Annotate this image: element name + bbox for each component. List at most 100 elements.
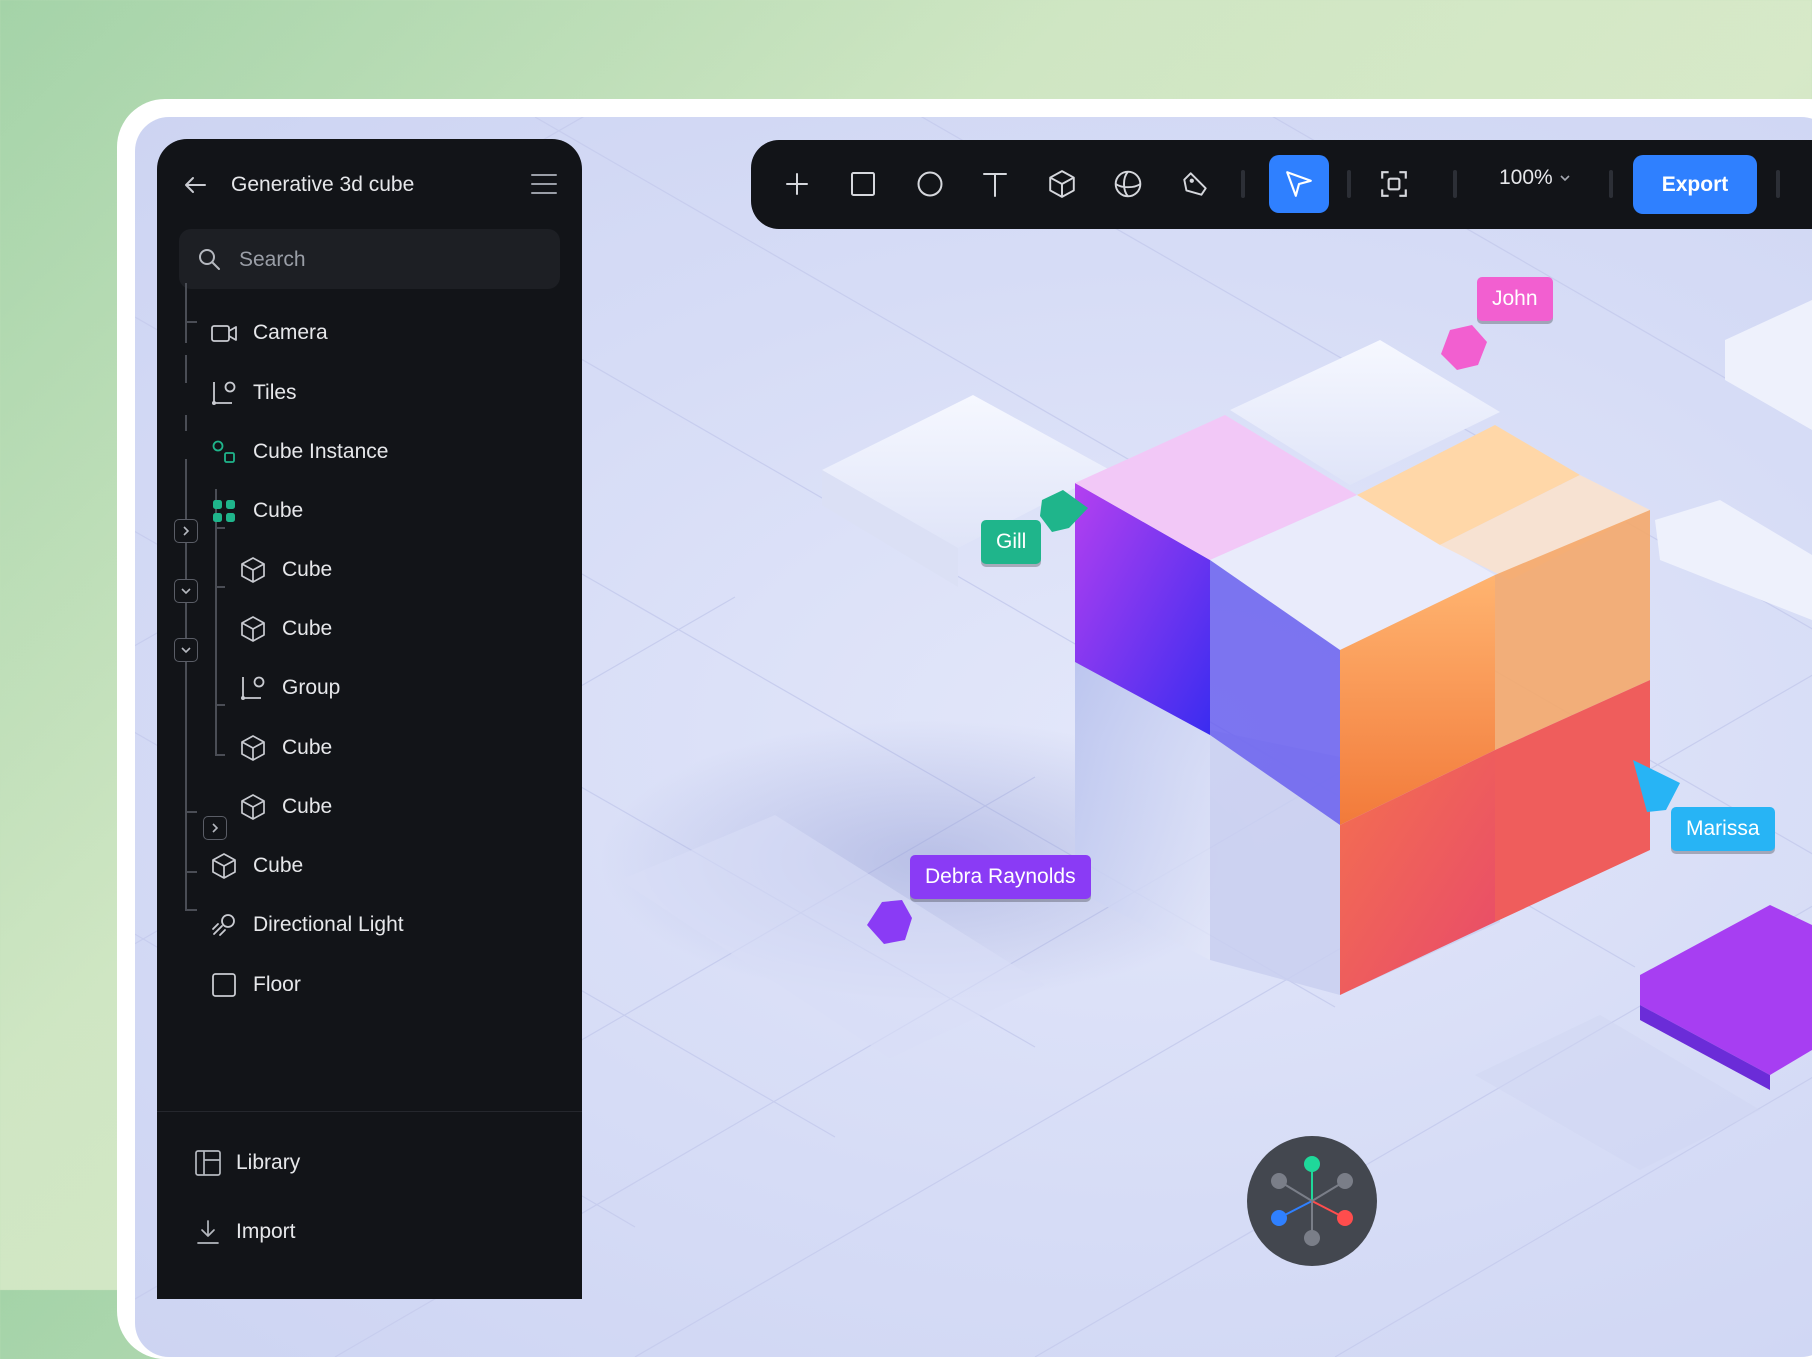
layer-label: Cube xyxy=(253,499,304,522)
layer-item-cube-instance[interactable]: Cube Instance xyxy=(209,427,388,477)
import-label: Import xyxy=(236,1220,296,1243)
cube-icon xyxy=(209,851,239,881)
hamburger-menu-icon[interactable] xyxy=(530,171,558,197)
sidebar-divider xyxy=(157,1111,582,1112)
tree-guide xyxy=(185,909,197,911)
text-icon xyxy=(983,173,1007,197)
chevron-right-icon xyxy=(183,526,190,536)
export-button[interactable]: Export xyxy=(1633,155,1757,214)
sidebar-header: Generative 3d cube xyxy=(157,139,582,227)
toolbar-separator xyxy=(1241,170,1245,198)
text-tool[interactable] xyxy=(973,162,1017,206)
rectangle-tool[interactable] xyxy=(841,162,885,206)
cube-icon xyxy=(238,614,268,644)
cube-icon xyxy=(238,733,268,763)
frame-tool[interactable] xyxy=(1372,162,1416,206)
collaborator-tag-john: John xyxy=(1477,277,1553,321)
collaborator-tag-gill: Gill xyxy=(981,520,1042,564)
collaborator-tag-marissa: Marissa xyxy=(1671,807,1775,851)
layer-label: Cube xyxy=(282,795,333,818)
sphere-tool[interactable] xyxy=(1106,162,1150,206)
component-icon xyxy=(209,496,239,526)
layer-label: Cube Instance xyxy=(253,440,389,463)
chevron-right-icon xyxy=(212,823,219,833)
expand-chevron-tiles[interactable] xyxy=(174,519,198,543)
layer-label: Floor xyxy=(253,973,301,996)
search-icon xyxy=(199,249,220,270)
cube-tool[interactable] xyxy=(1040,162,1084,206)
chevron-down-icon xyxy=(181,647,191,654)
layer-item-cube[interactable]: Cube xyxy=(238,604,332,654)
collapse-chevron-cube-instance[interactable] xyxy=(174,579,198,603)
tree-guide xyxy=(185,871,197,873)
collapse-chevron-cube[interactable] xyxy=(174,638,198,662)
layer-label: Group xyxy=(282,676,341,699)
chevron-down-icon xyxy=(1560,175,1570,182)
expand-chevron-group[interactable] xyxy=(203,816,227,840)
add-tool[interactable] xyxy=(775,162,819,206)
zoom-value: 100% xyxy=(1499,166,1553,189)
import-icon xyxy=(197,1220,219,1244)
layer-label: Tiles xyxy=(253,381,297,404)
light-icon xyxy=(209,910,239,940)
instance-icon xyxy=(209,437,239,467)
cube-icon xyxy=(238,555,268,585)
toolbar-separator xyxy=(1776,170,1780,198)
layer-item-floor[interactable]: Floor xyxy=(209,960,301,1010)
tree-guide xyxy=(185,283,187,343)
library-label: Library xyxy=(236,1151,301,1174)
toolbar-separator xyxy=(1347,170,1351,198)
select-tool[interactable] xyxy=(1269,155,1329,213)
camera-icon xyxy=(209,318,239,348)
layer-item-tiles[interactable]: Tiles xyxy=(209,368,297,418)
layer-item-cube-component[interactable]: Cube xyxy=(209,486,303,536)
library-icon xyxy=(195,1150,221,1176)
group-icon xyxy=(238,673,268,703)
toolbar-separator xyxy=(1453,170,1457,198)
layer-item-directional-light[interactable]: Directional Light xyxy=(209,900,404,950)
frame-icon xyxy=(1381,171,1407,197)
ellipse-tool[interactable] xyxy=(908,162,952,206)
zoom-dropdown[interactable]: 100% xyxy=(1499,166,1571,190)
search-input[interactable] xyxy=(237,229,541,291)
layer-item-cube[interactable]: Cube xyxy=(238,782,332,832)
select-arrow-icon xyxy=(1286,171,1312,197)
layer-label: Cube xyxy=(253,854,304,877)
toolbar-separator xyxy=(1609,170,1613,198)
cube-icon xyxy=(1049,170,1075,198)
layer-label: Cube xyxy=(282,617,333,640)
pen-tool[interactable] xyxy=(1173,162,1217,206)
tree-guide xyxy=(215,704,225,706)
tree-guide xyxy=(215,586,225,588)
search-box xyxy=(179,229,560,291)
import-button[interactable]: Import xyxy=(194,1218,296,1246)
cube-icon xyxy=(238,792,268,822)
layer-label: Camera xyxy=(253,321,328,344)
axis-gizmo-icon xyxy=(1271,1156,1353,1246)
group-icon xyxy=(209,378,239,408)
layer-item-cube[interactable]: Cube xyxy=(209,841,303,891)
layer-label: Cube xyxy=(282,558,333,581)
library-button[interactable]: Library xyxy=(194,1149,300,1177)
collaborator-tag-debra-raynolds: Debra Raynolds xyxy=(910,855,1091,899)
project-title: Generative 3d cube xyxy=(231,173,415,196)
axis-gizmo[interactable] xyxy=(1247,1136,1377,1266)
layer-item-cube[interactable]: Cube xyxy=(238,723,332,773)
layer-item-group[interactable]: Group xyxy=(238,663,340,713)
plus-icon xyxy=(786,173,808,195)
chevron-down-icon xyxy=(181,588,191,595)
rectangle-icon xyxy=(851,172,875,196)
sphere-icon xyxy=(1114,170,1142,198)
tree-guide xyxy=(185,355,187,383)
tree-guide xyxy=(185,811,197,813)
tree-guide xyxy=(215,754,225,756)
layer-item-cube[interactable]: Cube xyxy=(238,545,332,595)
back-arrow-icon[interactable] xyxy=(181,171,209,199)
pen-icon xyxy=(1183,172,1207,196)
tree-guide xyxy=(185,415,187,431)
ellipse-icon xyxy=(917,171,943,197)
square-icon xyxy=(209,970,239,1000)
top-toolbar: 100% Export xyxy=(751,140,1812,229)
layer-label: Cube xyxy=(282,736,333,759)
layer-item-camera[interactable]: Camera xyxy=(209,308,328,358)
